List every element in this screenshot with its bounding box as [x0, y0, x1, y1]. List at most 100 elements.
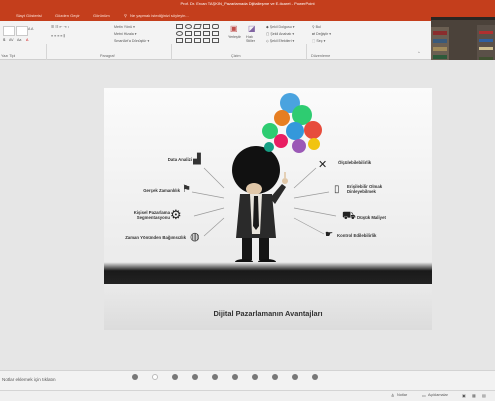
feature-real-time: Gerçek Zamanlılık [143, 188, 180, 193]
replace-item[interactable]: ⇄ Değiştir ▾ [312, 32, 331, 36]
bar-chart-icon: ▟ [193, 154, 201, 165]
slide-floor-band [104, 262, 432, 284]
shape-rounded-icon[interactable] [212, 24, 219, 29]
nav-dot[interactable] [232, 374, 238, 380]
shape-outline-item[interactable]: ▢ Şekil Anahatı ▾ [266, 32, 294, 36]
shape-flow-icon[interactable] [212, 38, 219, 43]
globe-icon [274, 110, 290, 126]
nav-dot[interactable] [312, 374, 318, 380]
font-color-icon[interactable]: A [26, 38, 28, 42]
rss-icon [304, 121, 322, 139]
tools-icon: ✕ [318, 158, 328, 171]
smartart-item[interactable]: SmartArt'a Dönüştür ▾ [114, 39, 149, 43]
tell-me-icon[interactable]: ⚲ [124, 13, 127, 18]
sms-icon [286, 122, 304, 140]
nav-dot[interactable] [212, 374, 218, 380]
shadow-button[interactable]: S [3, 38, 5, 42]
select-item[interactable]: ⬚ Seç ▾ [312, 39, 325, 43]
collapse-ribbon-icon[interactable]: ^ [418, 51, 420, 55]
window-title: Prof. Dr. Ercan TAŞKIN_Pazarlamada Dijit… [180, 1, 315, 6]
slide[interactable]: Data Analizi ▟ Gerçek Zamanlılık ⚑ Kişis… [104, 88, 432, 330]
hand-pointer-icon: ☛ [325, 230, 334, 240]
feature-data-analysis: Data Analizi [167, 157, 192, 162]
notes-pane[interactable]: Notlar eklemek için tıklatın [0, 370, 495, 391]
text-direction-item[interactable]: Metin Yönü ▾ [114, 25, 135, 29]
shape-parallelogram-icon[interactable] [193, 24, 202, 29]
tab-review[interactable]: Gözden Geçir [55, 13, 80, 18]
tab-view[interactable]: Görünüm [93, 13, 110, 18]
shape-triangle-icon[interactable] [185, 38, 192, 43]
text-direction-label: Metin Yönü [114, 25, 133, 29]
arrange-button[interactable]: Yerleştir [228, 35, 241, 39]
feature-controllability: Kontrol Edilebilirlik [337, 233, 377, 238]
group-editing-label: Düzenleme [311, 54, 331, 58]
replace-label: Değiştir [316, 32, 329, 36]
group-drawing-label: Çizim [231, 54, 241, 58]
notes-status-icon[interactable]: ≙ [391, 393, 394, 398]
shape-callout-icon[interactable] [212, 31, 219, 36]
shape-rectangle-icon[interactable] [176, 24, 183, 29]
nav-dot[interactable] [272, 374, 278, 380]
feature-accessibility: Erişilebilir Olmak Dinleyebilmek [347, 184, 383, 194]
slide-sorter-icon[interactable]: ▦ [472, 393, 476, 398]
shape-fill-item[interactable]: ◆ Şekil Dolgusu ▾ [266, 25, 295, 29]
star-icon [308, 138, 320, 150]
shape-curve-icon[interactable] [176, 38, 183, 43]
title-bar: Prof. Dr. Ercan TAŞKIN_Pazarlamada Dijit… [0, 0, 495, 10]
shape-oval-icon[interactable] [185, 24, 192, 29]
group-font-label: Yazı Tipi [1, 54, 16, 58]
shape-brace-icon[interactable] [203, 31, 210, 36]
arrange-icon[interactable]: ▣ [230, 24, 238, 33]
shape-heart-icon[interactable] [194, 38, 201, 43]
flag-icon: ⚑ [182, 184, 191, 195]
shape-line-icon[interactable] [203, 24, 210, 29]
change-case-icon[interactable]: Aa [17, 38, 21, 42]
reading-view-icon[interactable]: ▤ [482, 393, 486, 398]
tell-me-box[interactable]: Ne yapmak istediğinizi söyleyin... [130, 13, 189, 18]
chat-icon [292, 139, 306, 153]
quick-styles-button[interactable]: Hızlı Stiller [246, 35, 262, 43]
nav-dot[interactable] [292, 374, 298, 380]
shape-outline-label: Şekil Anahatı [270, 32, 292, 36]
quick-styles-icon[interactable]: ◪ [248, 24, 256, 33]
heart-icon [274, 134, 288, 148]
find-item[interactable]: ⚲ Bul [312, 25, 321, 29]
increase-font-icon[interactable]: A A [28, 27, 33, 31]
smartart-label: SmartArt'a Dönüştür [114, 39, 147, 43]
comments-status-button[interactable]: Açıklamalar [428, 393, 448, 397]
feature-measurability: Ölçülebilebilirlik [338, 160, 372, 165]
align-icons[interactable]: ≡ ≡ ≡ ≡ ⫼ [51, 34, 65, 38]
feature-personal-marketing: Kişisel Pazarlama Segmentasyonu [133, 210, 170, 220]
cart-icon: ⛟ [342, 209, 356, 222]
font-size-box[interactable] [16, 26, 28, 36]
align-text-item[interactable]: Metni Hizala ▾ [114, 32, 137, 36]
group-paragraph-label: Paragraf [100, 54, 115, 58]
shape-fill-label: Şekil Dolgusu [269, 25, 292, 29]
nav-dot-active[interactable] [152, 374, 158, 380]
notes-status-button[interactable]: Notlar [397, 393, 407, 397]
share-icon [264, 142, 274, 152]
shape-circle-icon[interactable] [176, 31, 183, 36]
normal-view-icon[interactable]: ▣ [462, 393, 466, 398]
shape-star-icon[interactable] [194, 31, 201, 36]
ribbon: A A S AV Aa A Yazı Tipi ☰ ☷ ⇤ ⇥ ↕ ≡ ≡ ≡ … [0, 21, 495, 77]
notes-placeholder[interactable]: Notlar eklemek için tıklatın [2, 377, 56, 382]
find-label: Bul [315, 25, 321, 29]
feature-low-cost: Düşük Maliyet [357, 215, 386, 220]
feature-time-independence: Zaman Yönünden Bağımsızlık [125, 235, 186, 240]
shape-arrow-icon[interactable] [185, 31, 192, 36]
nav-dot[interactable] [172, 374, 178, 380]
font-name-box[interactable] [3, 26, 15, 36]
shape-effects-item[interactable]: ◇ Şekil Efektleri ▾ [266, 39, 294, 43]
align-text-label: Metni Hizala [114, 32, 134, 36]
bullets-icon[interactable]: ☰ ☷ ⇤ ⇥ ↕ [51, 25, 69, 29]
tab-slide-show[interactable]: Slayt Gösterisi [16, 13, 42, 18]
gear-icon: ⚙ [170, 208, 182, 223]
character-spacing-icon[interactable]: AV [9, 38, 14, 42]
nav-dot[interactable] [192, 374, 198, 380]
nav-dot[interactable] [252, 374, 258, 380]
shape-brace-right-icon[interactable] [203, 38, 210, 43]
slide-caption-band: Dijital Pazarlamanın Avantajları [104, 284, 432, 330]
nav-dot[interactable] [132, 374, 138, 380]
comments-status-icon[interactable]: ▭ [422, 393, 426, 398]
